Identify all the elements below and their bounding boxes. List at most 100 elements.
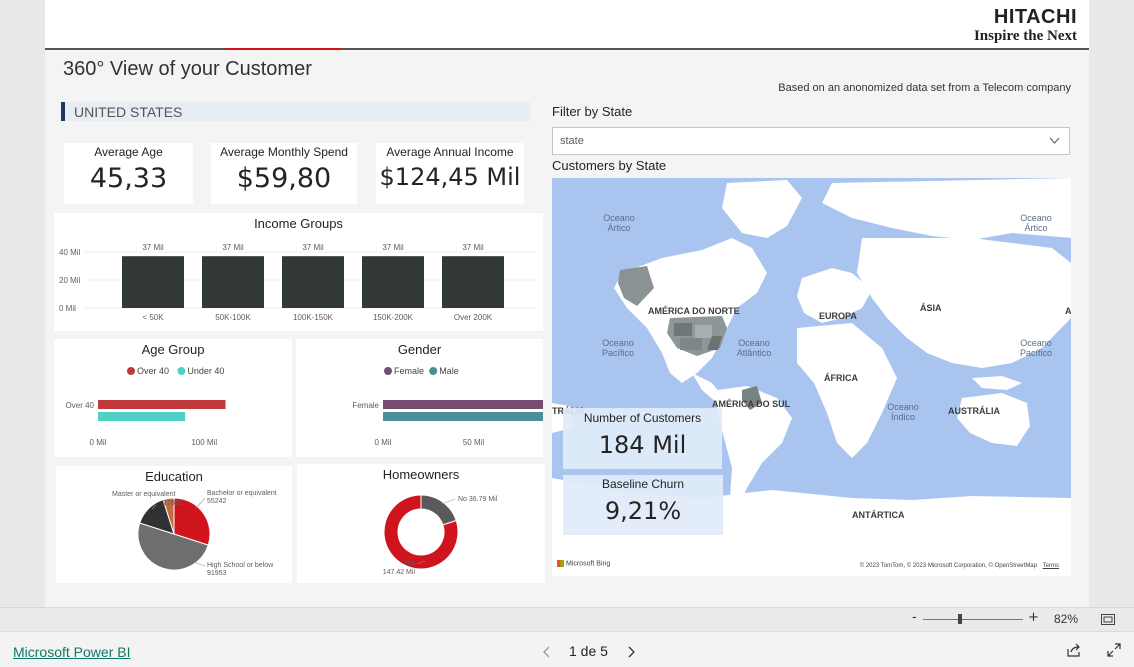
logo-name: HITACHI	[993, 6, 1077, 28]
hitachi-logo: HITACHI Inspire the Next	[974, 6, 1077, 44]
map-label-europe: EUROPA	[819, 311, 857, 321]
income-bar	[362, 256, 424, 308]
income-groups-chart[interactable]: Income Groups 40 Mil 20 Mil 0 Mil 37 Mil < 5…	[54, 213, 543, 331]
footer: Microsoft Power BI 1 de 5	[0, 631, 1134, 667]
zoom-out-button[interactable]: -	[912, 610, 917, 625]
gender-chart[interactable]: Gender FemaleMaleFemale0 Mil50 Mil100 Mi…	[296, 339, 543, 457]
legend-label: Over 40	[137, 366, 169, 376]
x-tick-label: 50K-100K	[215, 313, 251, 322]
bar-data-label: 37 Mil	[462, 243, 484, 252]
education-plot: Bachelor or equivalent55242 High School o…	[112, 490, 277, 577]
gender-plot: FemaleMaleFemale0 Mil50 Mil100 Mil	[352, 366, 543, 447]
zoom-slider-thumb[interactable]	[958, 614, 962, 624]
previous-page-icon[interactable]	[543, 646, 551, 658]
homeowners-chart[interactable]: Homeowners No 36.79 Mil Yes 147.42 Mil	[297, 464, 545, 583]
y-category-label: Female	[352, 401, 379, 410]
x-tick-label: 150K-200K	[373, 313, 414, 322]
page-subtitle: Based on an anonomized data set from a T…	[778, 82, 1071, 94]
card-label: Number of Customers	[583, 411, 702, 425]
age-group-chart[interactable]: Age Group Over 40 Under 40 Over 40 0 Mil 100…	[54, 339, 292, 457]
page-navigator: 1 de 5	[540, 642, 640, 662]
bar-data-label: 37 Mil	[382, 243, 404, 252]
slice-label-value: 147.42 Mil	[383, 569, 416, 576]
kpi-value: 45,33	[89, 163, 168, 194]
y-category-label: Over 40	[66, 401, 95, 410]
x-tick-label: 50 Mil	[463, 438, 485, 447]
slice-label: Yes	[404, 560, 416, 567]
greenland-land	[722, 180, 802, 238]
slice-label-value: 91953	[207, 570, 227, 577]
age-group-plot: Over 40 Under 40 Over 40 0 Mil 100 Mil	[66, 366, 226, 447]
x-tick-label: 100K-150K	[293, 313, 334, 322]
education-chart[interactable]: Education Bachelor or equivalent 55242 Hig…	[56, 466, 292, 583]
kpi-average-monthly-spend[interactable]: Average Monthly Spend $59,80	[211, 143, 357, 204]
leader-line	[193, 561, 206, 567]
africa-land	[797, 323, 897, 458]
dropdown-value: state	[560, 135, 584, 147]
slice-label-name: Bachelor or equivalent	[207, 490, 277, 497]
australia-land	[957, 393, 1030, 446]
bing-logo: Microsoft Bing	[557, 560, 610, 567]
card-value: 184 Mil	[598, 431, 687, 459]
map-label-south-america: AMÉRICA DO SUL	[712, 399, 791, 409]
bar-data-label: 37 Mil	[302, 243, 324, 252]
legend-label: Under 40	[187, 366, 224, 376]
zoom-in-button[interactable]: +	[1028, 610, 1039, 625]
microsoft-logo-icon	[557, 560, 564, 567]
zoom-slider-track[interactable]	[923, 619, 1023, 620]
page-indicator: 1 de 5	[569, 643, 608, 659]
map-label-pacific-right: Oceano Pacífico	[1019, 338, 1052, 358]
kpi-label: Average Monthly Spend	[220, 145, 348, 159]
x-tick-label: Over 200K	[454, 313, 493, 322]
bar	[98, 412, 186, 421]
card-label: Baseline Churn	[601, 477, 685, 491]
bar-data-label: 37 Mil	[222, 243, 244, 252]
country-header: UNITED STATES	[61, 102, 530, 121]
bar-data-label: 37 Mil	[142, 243, 164, 252]
page-title: 360° View of your Customer	[63, 58, 312, 80]
header-band	[45, 0, 1089, 48]
next-page-icon[interactable]	[627, 646, 635, 658]
share-icon[interactable]	[1067, 643, 1081, 657]
header-rule	[45, 48, 1089, 50]
zoom-level: 82%	[1053, 612, 1078, 626]
x-tick-label: 100 Mil	[191, 438, 217, 447]
map-label-asia: ÁSIA	[920, 303, 942, 313]
fullscreen-icon[interactable]	[1107, 643, 1121, 657]
map-label-africa: ÁFRICA	[824, 373, 858, 383]
kpi-average-annual-income[interactable]: Average Annual Income $124,45 Mil	[376, 143, 524, 204]
header-accent	[225, 48, 341, 50]
bar	[383, 400, 543, 409]
bing-text: Microsoft Bing	[565, 560, 611, 568]
power-bi-link[interactable]: Microsoft Power BI	[13, 644, 130, 660]
card-value: 9,21%	[604, 497, 682, 525]
legend-marker	[384, 367, 392, 375]
income-bar	[202, 256, 264, 308]
customers-card: Number of Customers 184 Mil	[563, 408, 722, 469]
map-attribution: © 2023 TomTom, © 2023 Microsoft Corporat…	[860, 563, 1059, 569]
kpi-average-age[interactable]: Average Age 45,33	[64, 143, 193, 204]
map-terms-link[interactable]: Terms	[1043, 563, 1059, 569]
map-title: Customers by State	[552, 158, 667, 173]
state-filter-dropdown[interactable]: state	[552, 127, 1070, 155]
income-bar	[122, 256, 184, 308]
leader-line	[195, 497, 206, 509]
logo-tagline: Inspire the Next	[973, 28, 1077, 44]
income-groups-plot: 40 Mil 20 Mil 0 Mil 37 Mil < 50K 37 Mil 50K-10…	[59, 243, 536, 322]
legend-label: Male	[439, 366, 459, 376]
fit-to-page-icon[interactable]	[1101, 614, 1115, 625]
world-map[interactable]: Oceano Ártico Oceano Ártico AMÉRICA DO N…	[552, 178, 1071, 576]
donut-slice	[420, 494, 457, 526]
kpi-label: Average Age	[94, 145, 163, 159]
map-label-arctic-left: Oceano Ártico	[603, 213, 635, 233]
slice-label: No 36.79 Mil	[458, 496, 498, 503]
country-label: UNITED STATES	[74, 104, 183, 120]
y-tick-label: 40 Mil	[59, 248, 81, 257]
slice-label-name: High School or below	[207, 562, 274, 569]
filter-label: Filter by State	[552, 104, 633, 119]
report-page: HITACHI Inspire the Next 360° View of yo…	[45, 0, 1089, 607]
indonesia-land	[972, 376, 1022, 390]
bar	[98, 400, 226, 409]
bar	[383, 412, 543, 421]
income-bar	[442, 256, 504, 308]
